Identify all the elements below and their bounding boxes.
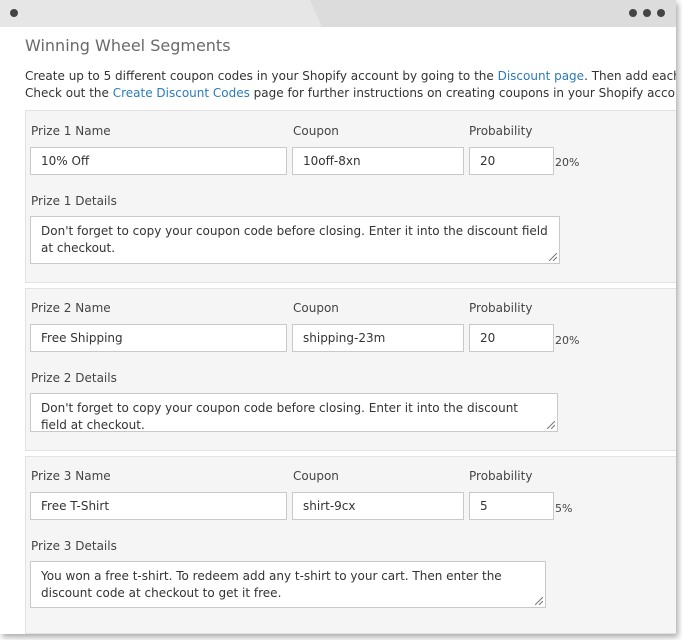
prize-3-probability-label: Probability bbox=[469, 469, 533, 483]
prize-2-coupon-label: Coupon bbox=[293, 301, 339, 315]
title-bar bbox=[0, 0, 676, 27]
prize-1-coupon-label: Coupon bbox=[293, 124, 339, 138]
prize-1-panel: Prize 1 Name Coupon Probability 10% Off … bbox=[25, 110, 676, 283]
prize-2-details-text: Don't forget to copy your coupon code be… bbox=[41, 401, 519, 432]
prize-2-panel: Prize 2 Name Coupon Probability Free Shi… bbox=[25, 288, 676, 451]
page-content: Winning Wheel Segments Create up to 5 di… bbox=[17, 27, 676, 634]
prize-2-probability-label: Probability bbox=[469, 301, 533, 315]
prize-2-probability-input[interactable]: 20 bbox=[469, 324, 554, 352]
intro-line1-prefix: Create up to 5 different coupon codes in… bbox=[25, 69, 498, 83]
prize-2-details-label: Prize 2 Details bbox=[31, 371, 117, 385]
prize-3-coupon-input[interactable]: shirt-9cx bbox=[292, 492, 464, 520]
menu-dot-icon[interactable] bbox=[657, 9, 665, 17]
resize-handle-icon[interactable] bbox=[535, 597, 543, 605]
browser-window: Winning Wheel Segments Create up to 5 di… bbox=[0, 0, 676, 634]
prize-3-details-textarea[interactable]: You won a free t-shirt. To redeem add an… bbox=[30, 561, 546, 608]
menu-dot-icon[interactable] bbox=[643, 9, 651, 17]
prize-1-coupon-input[interactable]: 10off-8xn bbox=[292, 147, 464, 175]
intro-line2-suffix: page for further instructions on creatin… bbox=[249, 86, 676, 100]
discount-page-link[interactable]: Discount page bbox=[498, 69, 584, 83]
prize-1-name-input[interactable]: 10% Off bbox=[30, 147, 287, 175]
prize-1-details-label: Prize 1 Details bbox=[31, 194, 117, 208]
prize-3-probability-input[interactable]: 5 bbox=[469, 492, 554, 520]
prize-3-name-label: Prize 3 Name bbox=[31, 469, 111, 483]
menu-dot-icon[interactable] bbox=[629, 9, 637, 17]
prize-1-details-text: Don't forget to copy your coupon code be… bbox=[41, 224, 548, 255]
browser-tab[interactable] bbox=[0, 0, 322, 27]
section-title: Winning Wheel Segments bbox=[25, 36, 231, 55]
intro-line2-prefix: Check out the bbox=[25, 86, 113, 100]
prize-1-probability-label: Probability bbox=[469, 124, 533, 138]
prize-2-percent: 20% bbox=[555, 334, 580, 347]
intro-line1-suffix: . Then add each coupon code in the bbox=[584, 69, 676, 83]
prize-2-coupon-input[interactable]: shipping-23m bbox=[292, 324, 464, 352]
prize-3-name-input[interactable]: Free T-Shirt bbox=[30, 492, 287, 520]
prize-3-percent: 5% bbox=[555, 502, 573, 515]
prize-2-name-label: Prize 2 Name bbox=[31, 301, 111, 315]
resize-handle-icon[interactable] bbox=[547, 421, 555, 429]
prize-1-name-label: Prize 1 Name bbox=[31, 124, 111, 138]
prize-1-percent: 20% bbox=[555, 156, 580, 169]
resize-handle-icon[interactable] bbox=[549, 253, 557, 261]
window-control-icon[interactable] bbox=[10, 9, 18, 17]
prize-3-panel: Prize 3 Name Coupon Probability Free T-S… bbox=[25, 456, 676, 634]
prize-1-probability-input[interactable]: 20 bbox=[469, 147, 554, 175]
prize-2-details-textarea[interactable]: Don't forget to copy your coupon code be… bbox=[30, 393, 558, 432]
prize-3-coupon-label: Coupon bbox=[293, 469, 339, 483]
prize-3-details-text: You won a free t-shirt. To redeem add an… bbox=[41, 569, 502, 600]
prize-3-details-label: Prize 3 Details bbox=[31, 539, 117, 553]
create-discount-codes-link[interactable]: Create Discount Codes bbox=[113, 86, 250, 100]
prize-1-details-textarea[interactable]: Don't forget to copy your coupon code be… bbox=[30, 216, 560, 264]
intro-text: Create up to 5 different coupon codes in… bbox=[25, 68, 676, 102]
prize-2-name-input[interactable]: Free Shipping bbox=[30, 324, 287, 352]
